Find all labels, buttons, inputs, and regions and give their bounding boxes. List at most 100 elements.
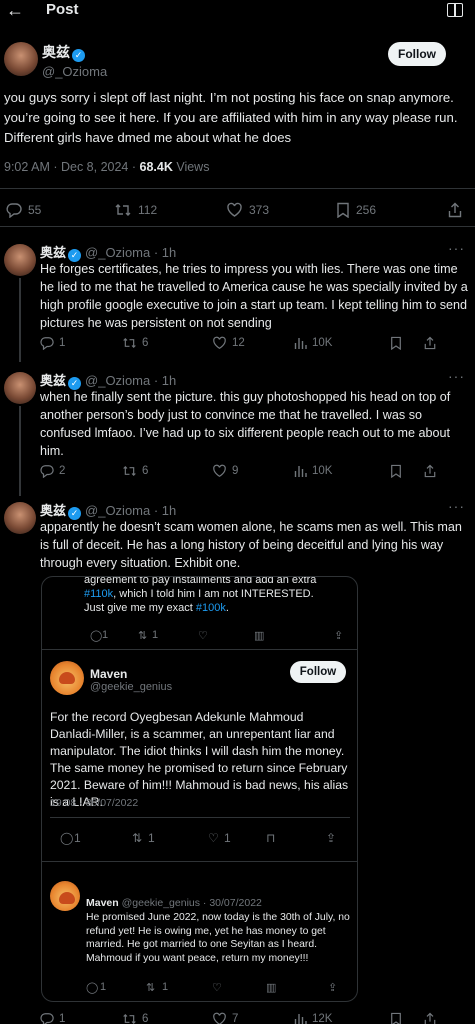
views-button[interactable]: 10K bbox=[294, 464, 332, 478]
views-button[interactable]: 12K bbox=[294, 1012, 332, 1024]
repost-count: 1 bbox=[152, 629, 159, 641]
follow-button: Follow bbox=[290, 661, 346, 683]
cropped-text-line: agreement to pay installments and add an… bbox=[84, 576, 317, 586]
reply-count: 1 bbox=[59, 337, 66, 349]
reply-button[interactable]: 1 bbox=[40, 336, 65, 350]
reply-header: 奥兹 ✓ @_Ozioma · 1h bbox=[40, 500, 176, 520]
author-handle: @geekie_genius bbox=[90, 681, 173, 693]
repost-icon: ⇅ bbox=[132, 831, 143, 845]
more-icon[interactable]: ··· bbox=[448, 368, 465, 384]
reader-icon[interactable] bbox=[447, 3, 463, 17]
bookmark-icon bbox=[391, 464, 401, 478]
reply-actions: 1 6 7 12K bbox=[40, 1012, 470, 1024]
repost-count: 6 bbox=[142, 1013, 149, 1024]
bookmark-button[interactable] bbox=[390, 1012, 402, 1024]
author-name[interactable]: 奥兹 bbox=[40, 245, 66, 260]
quoted-post-text: For the record Oyegbesan Adekunle Mahmou… bbox=[50, 710, 349, 809]
repost-button[interactable]: 112 bbox=[114, 202, 157, 218]
share-button[interactable] bbox=[448, 202, 462, 218]
repost-count: 6 bbox=[142, 337, 149, 349]
author-name[interactable]: 奥兹 bbox=[40, 503, 66, 518]
reply-button[interactable]: 1 bbox=[40, 1012, 65, 1024]
reply-button[interactable]: 55 bbox=[6, 202, 41, 218]
like-icon bbox=[227, 202, 242, 217]
reply-actions: 2 6 9 10K bbox=[40, 464, 470, 484]
like-count: 12 bbox=[232, 337, 245, 349]
divider bbox=[0, 226, 475, 227]
like-button[interactable]: 9 bbox=[212, 464, 238, 478]
bookmark-button[interactable] bbox=[390, 464, 402, 478]
thread-line bbox=[19, 278, 21, 362]
repost-button[interactable]: 6 bbox=[122, 1012, 148, 1024]
view-count: 12K bbox=[312, 1013, 333, 1024]
author-name: Maven bbox=[86, 897, 119, 909]
repost-icon bbox=[115, 204, 131, 216]
bookmark-icon bbox=[391, 336, 401, 350]
like-icon: ♡ bbox=[212, 982, 222, 994]
author-name[interactable]: 奥兹 bbox=[40, 373, 66, 388]
bookmark-icon bbox=[337, 202, 349, 218]
like-button[interactable]: 12 bbox=[212, 336, 245, 350]
reply-actions: 1 6 12 10K bbox=[40, 336, 470, 356]
like-button[interactable]: 373 bbox=[226, 202, 269, 218]
bookmark-icon bbox=[391, 1012, 401, 1024]
embedded-screenshot: agreement to pay installments and add an… bbox=[41, 576, 358, 1002]
hashtag: #110k bbox=[84, 588, 114, 600]
avatar[interactable] bbox=[4, 372, 36, 404]
repost-button[interactable]: 6 bbox=[122, 464, 148, 478]
hashtag: #100k bbox=[195, 602, 226, 614]
avatar[interactable] bbox=[4, 502, 36, 534]
author-handle[interactable]: @_Ozioma bbox=[42, 64, 107, 79]
reply-icon: ◯ bbox=[86, 982, 99, 994]
views-button[interactable]: 10K bbox=[294, 336, 332, 350]
reply-text: when he finally sent the picture. this g… bbox=[40, 390, 451, 458]
share-button[interactable] bbox=[424, 464, 436, 478]
reply-count: 1 bbox=[59, 1013, 66, 1024]
share-button[interactable] bbox=[424, 336, 436, 350]
follow-button[interactable]: Follow bbox=[388, 42, 446, 66]
author-name[interactable]: 奥兹 bbox=[42, 44, 70, 60]
quoted-post-actions: ◯ 1 ⇅ 1 ♡ 1 ⊓ ⇪ bbox=[60, 831, 350, 847]
like-count: 373 bbox=[249, 203, 270, 217]
repost-button[interactable]: 6 bbox=[122, 336, 148, 350]
back-arrow-icon[interactable]: ← bbox=[6, 0, 24, 21]
reply-icon: ◯ bbox=[60, 831, 74, 845]
like-count: 7 bbox=[232, 1013, 239, 1024]
bookmark-button[interactable] bbox=[390, 336, 402, 350]
repost-count: 1 bbox=[148, 831, 155, 845]
views-icon bbox=[294, 466, 307, 477]
like-icon: ♡ bbox=[198, 630, 208, 642]
avatar[interactable] bbox=[4, 244, 36, 276]
reply-icon bbox=[6, 203, 22, 218]
reply-text: apparently he doesn’t scam women alone, … bbox=[40, 520, 462, 570]
cropped-text-line: Just give me my exact bbox=[84, 602, 196, 614]
share-button[interactable] bbox=[424, 1012, 436, 1024]
view-count: 10K bbox=[312, 465, 333, 477]
reply-button[interactable]: 2 bbox=[40, 464, 65, 478]
avatar bbox=[50, 661, 84, 695]
like-icon bbox=[213, 336, 226, 349]
share-icon: ⇪ bbox=[326, 831, 337, 845]
share-icon: ⇪ bbox=[328, 982, 338, 994]
like-button[interactable]: 7 bbox=[212, 1012, 238, 1024]
view-count: 10K bbox=[312, 337, 333, 349]
reply-text: He forges certificates, he tries to impr… bbox=[40, 262, 468, 330]
more-icon[interactable]: ··· bbox=[448, 240, 465, 256]
author-handle[interactable]: @_Ozioma · 1h bbox=[85, 373, 176, 388]
repost-count: 1 bbox=[162, 981, 169, 993]
like-count: 1 bbox=[224, 831, 231, 845]
avatar[interactable] bbox=[4, 42, 38, 76]
page-title: Post bbox=[46, 1, 79, 18]
reply-icon bbox=[40, 337, 54, 350]
bookmark-icon: ⊓ bbox=[266, 831, 276, 845]
bookmark-button[interactable]: 256 bbox=[336, 202, 376, 218]
repost-count: 6 bbox=[142, 465, 149, 477]
more-icon[interactable]: ··· bbox=[448, 498, 465, 514]
repost-count: 112 bbox=[138, 203, 158, 217]
views-icon: ▥ bbox=[266, 982, 277, 994]
avatar bbox=[50, 881, 80, 911]
quoted-reply-actions: ◯ 1 ⇅ 1 ♡ ▥ ⇪ bbox=[86, 981, 346, 997]
author-handle[interactable]: @_Ozioma · 1h bbox=[85, 245, 176, 260]
author-handle[interactable]: @_Ozioma · 1h bbox=[85, 503, 176, 518]
reply-count: 55 bbox=[28, 203, 42, 217]
